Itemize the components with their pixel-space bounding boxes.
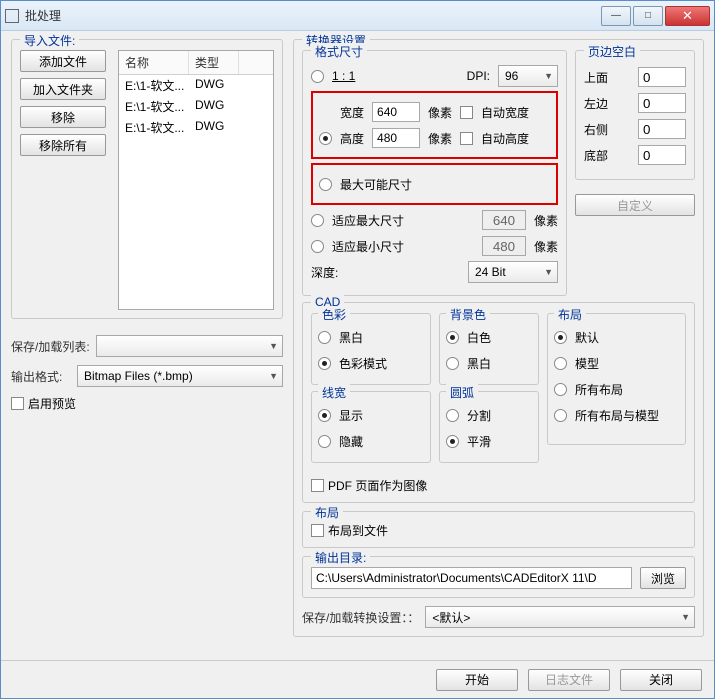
width-input[interactable] [372, 102, 420, 122]
margin-bottom-input[interactable] [638, 145, 686, 165]
browse-button[interactable]: 浏览 [640, 567, 686, 589]
output-dir-group: 输出目录: 浏览 [302, 556, 695, 598]
import-files-group: 导入文件: 添加文件 加入文件夹 移除 移除所有 名称 类型 E:\1-软文..… [11, 39, 283, 319]
chevron-down-icon: ▼ [544, 71, 553, 81]
minimize-button[interactable]: — [601, 6, 631, 26]
width-height-radio[interactable] [319, 132, 332, 145]
log-file-button: 日志文件 [528, 669, 610, 691]
custom-margins-button: 自定义 [575, 194, 695, 216]
file-list[interactable]: 名称 类型 E:\1-软文...DWG E:\1-软文...DWG E:\1-软… [118, 50, 274, 310]
close-button[interactable]: ✕ [665, 6, 710, 26]
layout-group: 布局 默认 模型 所有布局 所有布局与模型 [547, 313, 686, 445]
save-list-label: 保存/加载列表: [11, 338, 90, 355]
cad-group: CAD 色彩 黑白 色彩模式 线宽 显示 隐藏 [302, 302, 695, 503]
checkbox-icon [311, 524, 324, 537]
bgcolor-group: 背景色 白色 黑白 [439, 313, 539, 385]
chevron-down-icon: ▼ [681, 612, 690, 622]
fit-min-input [482, 236, 526, 256]
color-mode-radio[interactable] [318, 357, 331, 370]
layout-file-group: 布局 布局到文件 [302, 511, 695, 548]
margin-left-input[interactable] [638, 93, 686, 113]
fit-max-radio[interactable] [311, 214, 324, 227]
list-item[interactable]: E:\1-软文...DWG [119, 75, 273, 96]
linew-hide-radio[interactable] [318, 435, 331, 448]
margins-group: 页边空白 上面 左边 右侧 底部 [575, 50, 695, 180]
bg-black-radio[interactable] [446, 357, 459, 370]
column-name[interactable]: 名称 [119, 51, 189, 74]
save-list-select[interactable]: ▼ [96, 335, 283, 357]
list-item[interactable]: E:\1-软文...DWG [119, 96, 273, 117]
dialog-footer: 开始 日志文件 关闭 [1, 660, 714, 698]
height-input[interactable] [372, 128, 420, 148]
chevron-down-icon: ▼ [269, 341, 278, 351]
fit-min-radio[interactable] [311, 240, 324, 253]
depth-select[interactable]: 24 Bit▼ [468, 261, 558, 283]
out-format-label: 输出格式: [11, 368, 71, 385]
close-dialog-button[interactable]: 关闭 [620, 669, 702, 691]
fit-max-input [482, 210, 526, 230]
import-legend: 导入文件: [20, 32, 79, 49]
converter-settings-group: 转换器设置 格式尺寸 1 : 1 DPI: 96▼ [293, 39, 704, 637]
add-folder-button[interactable]: 加入文件夹 [20, 78, 106, 100]
bg-white-radio[interactable] [446, 331, 459, 344]
dialog-window: 批处理 — □ ✕ 导入文件: 添加文件 加入文件夹 移除 移除所有 [0, 0, 715, 699]
linewidth-group: 线宽 显示 隐藏 [311, 391, 431, 463]
maximize-button[interactable]: □ [633, 6, 663, 26]
chevron-down-icon: ▼ [269, 371, 278, 381]
layout-all-radio[interactable] [554, 383, 567, 396]
arc-smooth-radio[interactable] [446, 435, 459, 448]
dpi-select[interactable]: 96▼ [498, 65, 558, 87]
linew-show-radio[interactable] [318, 409, 331, 422]
add-file-button[interactable]: 添加文件 [20, 50, 106, 72]
auto-height-checkbox[interactable] [460, 132, 473, 145]
save-convert-select[interactable]: <默认>▼ [425, 606, 695, 628]
arc-split-radio[interactable] [446, 409, 459, 422]
out-format-select[interactable]: Bitmap Files (*.bmp)▼ [77, 365, 283, 387]
save-convert-label: 保存/加载转换设置：： [302, 609, 419, 626]
format-size-group: 格式尺寸 1 : 1 DPI: 96▼ 宽度 [302, 50, 567, 296]
enable-preview-checkbox[interactable]: 启用预览 [11, 395, 283, 412]
start-button[interactable]: 开始 [436, 669, 518, 691]
layout-model-radio[interactable] [554, 357, 567, 370]
ratio-1-1-radio[interactable] [311, 70, 324, 83]
color-group: 色彩 黑白 色彩模式 [311, 313, 431, 385]
checkbox-icon [311, 479, 324, 492]
auto-width-checkbox[interactable] [460, 106, 473, 119]
list-item[interactable]: E:\1-软文...DWG [119, 117, 273, 138]
output-dir-input[interactable] [311, 567, 632, 589]
checkbox-icon [11, 397, 24, 410]
pdf-as-image-checkbox[interactable]: PDF 页面作为图像 [311, 477, 686, 494]
layout-all-model-radio[interactable] [554, 409, 567, 422]
layout-default-radio[interactable] [554, 331, 567, 344]
window-title: 批处理 [25, 7, 599, 24]
layout-to-file-checkbox[interactable]: 布局到文件 [311, 522, 686, 539]
remove-all-button[interactable]: 移除所有 [20, 134, 106, 156]
chevron-down-icon: ▼ [544, 267, 553, 277]
column-type[interactable]: 类型 [189, 51, 239, 74]
margin-top-input[interactable] [638, 67, 686, 87]
remove-button[interactable]: 移除 [20, 106, 106, 128]
margin-right-input[interactable] [638, 119, 686, 139]
color-bw-radio[interactable] [318, 331, 331, 344]
titlebar[interactable]: 批处理 — □ ✕ [1, 1, 714, 31]
max-possible-radio[interactable] [319, 178, 332, 191]
arc-group: 圆弧 分割 平滑 [439, 391, 539, 463]
app-icon [5, 9, 19, 23]
